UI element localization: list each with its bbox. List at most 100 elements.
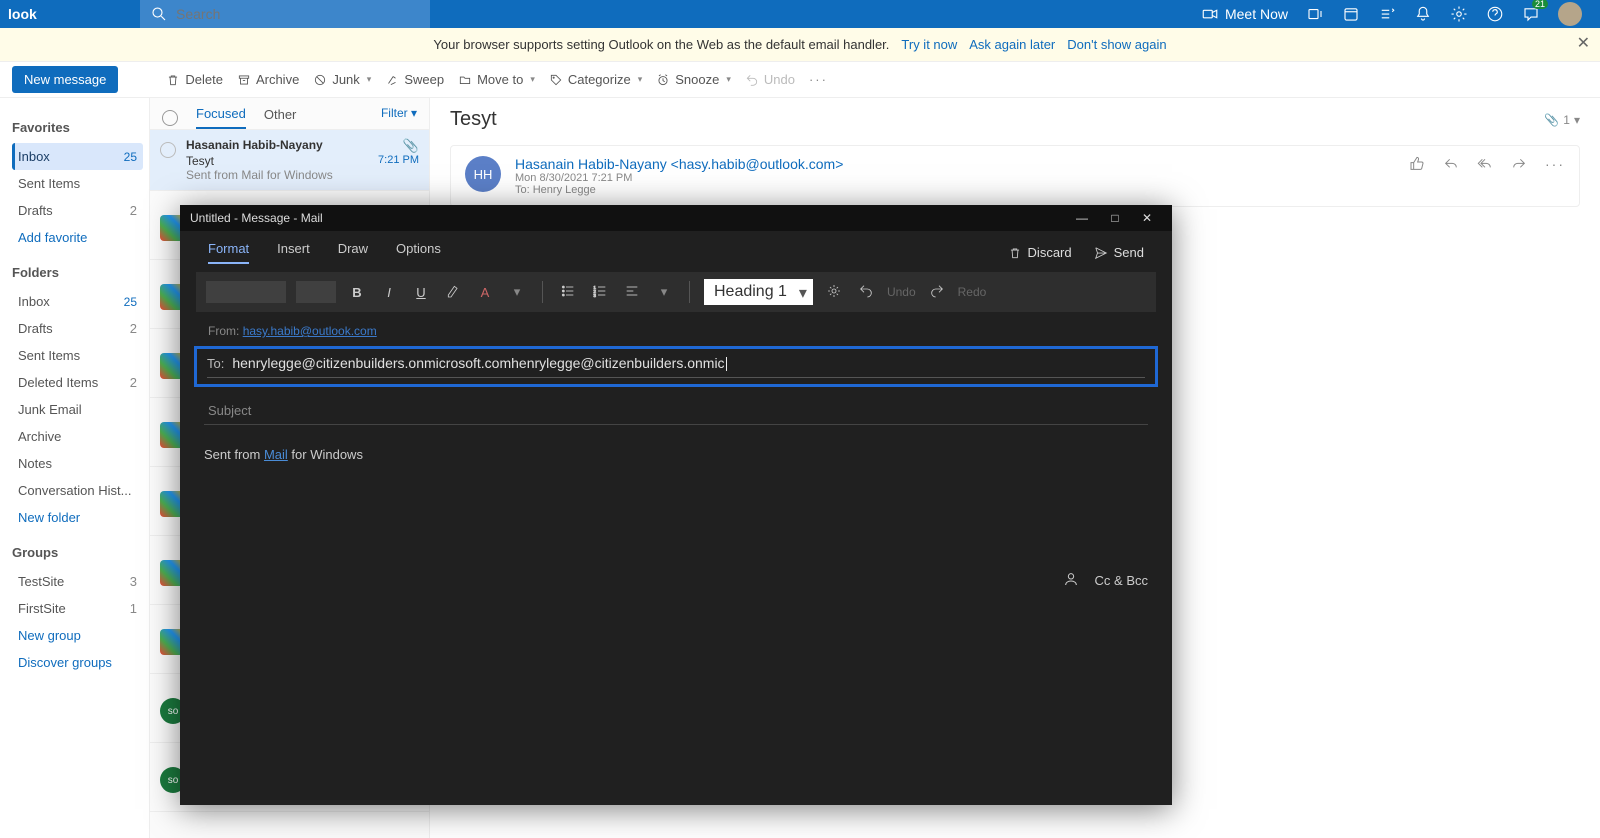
heading-select[interactable]: Heading 1 — [704, 279, 813, 305]
sidebar-junk[interactable]: Junk Email — [12, 396, 143, 423]
attachment-count[interactable]: 📎 1 ▾ — [1544, 108, 1580, 131]
sidebar-inbox[interactable]: Inbox25 — [12, 143, 143, 170]
bell-icon[interactable] — [1414, 5, 1432, 23]
sidebar-archive[interactable]: Archive — [12, 423, 143, 450]
highlight-icon[interactable] — [442, 283, 464, 302]
more-icon[interactable]: ··· — [1545, 156, 1565, 172]
maximize-icon[interactable]: □ — [1101, 211, 1128, 225]
tab-insert[interactable]: Insert — [277, 241, 310, 264]
close-info-icon[interactable]: ✕ — [1577, 33, 1590, 53]
todo-icon[interactable] — [1378, 5, 1396, 23]
forward-icon[interactable] — [1511, 156, 1527, 175]
help-icon[interactable] — [1486, 5, 1504, 23]
select-all-circle[interactable] — [162, 110, 178, 126]
like-icon[interactable] — [1409, 156, 1425, 175]
tab-format[interactable]: Format — [208, 241, 249, 264]
messenger-icon[interactable]: 21 — [1522, 5, 1540, 23]
bold-button[interactable]: B — [346, 285, 368, 300]
select-circle[interactable] — [160, 142, 176, 158]
sidebar-drafts[interactable]: Drafts2 — [12, 197, 143, 224]
sidebar-conv-hist[interactable]: Conversation Hist... — [12, 477, 143, 504]
discover-groups-link[interactable]: Discover groups — [12, 649, 143, 676]
new-folder-link[interactable]: New folder — [12, 504, 143, 531]
search-input[interactable] — [176, 6, 420, 22]
filter-button[interactable]: Filter ▾ — [381, 106, 417, 120]
sidebar-notes[interactable]: Notes — [12, 450, 143, 477]
meet-now-button[interactable]: Meet Now — [1201, 5, 1288, 23]
minimize-icon[interactable]: ― — [1066, 211, 1098, 225]
groups-header[interactable]: Groups — [12, 545, 143, 560]
tab-options[interactable]: Options — [396, 241, 441, 264]
folders-header[interactable]: Folders — [12, 265, 143, 280]
to-input[interactable]: henrylegge@citizenbuilders.onmicrosoft.c… — [232, 355, 1145, 371]
delete-button[interactable]: Delete — [166, 72, 223, 87]
undo-button[interactable]: Undo — [745, 72, 795, 87]
more-actions-button[interactable]: ··· — [809, 72, 828, 87]
align-icon[interactable] — [621, 283, 643, 302]
dont-show-link[interactable]: Don't show again — [1067, 37, 1166, 52]
tab-focused[interactable]: Focused — [196, 106, 246, 129]
italic-button[interactable]: I — [378, 285, 400, 300]
reading-from[interactable]: Hasanain Habib-Nayany <hasy.habib@outloo… — [515, 156, 843, 172]
underline-button[interactable]: U — [410, 285, 432, 300]
favorites-header[interactable]: Favorites — [12, 120, 143, 135]
bullets-icon[interactable] — [557, 283, 579, 302]
archive-button[interactable]: Archive — [237, 72, 299, 87]
redo-icon[interactable] — [926, 283, 948, 302]
close-icon[interactable]: ✕ — [1132, 211, 1162, 225]
calendar-icon[interactable] — [1342, 5, 1360, 23]
people-picker-icon[interactable] — [1063, 571, 1079, 590]
font-color-button[interactable]: A — [474, 285, 496, 300]
cc-bcc-button[interactable]: Cc & Bcc — [1095, 573, 1148, 588]
styles-settings-icon[interactable] — [823, 283, 845, 302]
user-avatar[interactable] — [1558, 2, 1582, 26]
move-to-button[interactable]: Move to — [458, 72, 535, 87]
sender-avatar: HH — [465, 156, 501, 192]
sweep-button[interactable]: Sweep — [385, 72, 444, 87]
gear-icon[interactable] — [1450, 5, 1468, 23]
message-item-1[interactable]: Hasanain Habib-Nayany📎 Tesyt7:21 PM Sent… — [150, 130, 429, 191]
new-group-link[interactable]: New group — [12, 622, 143, 649]
tab-draw[interactable]: Draw — [338, 241, 368, 264]
header-right: Meet Now 21 — [1201, 2, 1600, 26]
font-more-button[interactable]: ▾ — [506, 284, 528, 300]
compose-body[interactable]: Sent from Mail for Windows — [180, 427, 1172, 482]
font-size-select[interactable] — [296, 281, 336, 303]
compose-window: Untitled - Message - Mail ― □ ✕ Format I… — [180, 205, 1172, 805]
undo-icon[interactable] — [855, 283, 877, 302]
categorize-button[interactable]: Categorize — [549, 72, 642, 87]
tab-other[interactable]: Other — [264, 107, 297, 128]
sidebar-sent[interactable]: Sent Items — [12, 170, 143, 197]
subject-field[interactable]: Subject — [204, 397, 1148, 425]
sidebar-deleted[interactable]: Deleted Items2 — [12, 369, 143, 396]
reading-actions: ··· — [1409, 156, 1565, 196]
reading-subject: Tesyt — [450, 108, 497, 131]
junk-button[interactable]: Junk — [313, 72, 371, 87]
snooze-button[interactable]: Snooze — [656, 72, 731, 87]
sidebar-drafts-2[interactable]: Drafts2 — [12, 315, 143, 342]
from-address[interactable]: hasy.habib@outlook.com — [243, 324, 377, 338]
compose-titlebar[interactable]: Untitled - Message - Mail ― □ ✕ — [180, 205, 1172, 231]
teams-icon[interactable] — [1306, 5, 1324, 23]
video-icon — [1201, 5, 1219, 23]
numbering-icon[interactable]: 123 — [589, 283, 611, 302]
sidebar-inbox-2[interactable]: Inbox25 — [12, 288, 143, 315]
discard-button[interactable]: Discard — [1008, 241, 1072, 264]
send-button[interactable]: Send — [1094, 241, 1144, 264]
reply-icon[interactable] — [1443, 156, 1459, 175]
mail-link[interactable]: Mail — [264, 447, 288, 462]
reply-all-icon[interactable] — [1477, 156, 1493, 175]
search-icon — [150, 5, 168, 23]
sidebar-group-firstsite[interactable]: FirstSite1 — [12, 595, 143, 622]
reading-date: Mon 8/30/2021 7:21 PM — [515, 172, 843, 184]
ask-later-link[interactable]: Ask again later — [969, 37, 1055, 52]
sidebar-group-testsite[interactable]: TestSite3 — [12, 568, 143, 595]
font-family-select[interactable] — [206, 281, 286, 303]
add-favorite-link[interactable]: Add favorite — [12, 224, 143, 251]
search-box[interactable] — [140, 0, 430, 28]
para-more-button[interactable]: ▾ — [653, 284, 675, 300]
compose-menubar: Format Insert Draw Options Discard Send — [180, 231, 1172, 264]
new-message-button[interactable]: New message — [12, 66, 118, 93]
try-it-link[interactable]: Try it now — [901, 37, 957, 52]
sidebar-sent-2[interactable]: Sent Items — [12, 342, 143, 369]
